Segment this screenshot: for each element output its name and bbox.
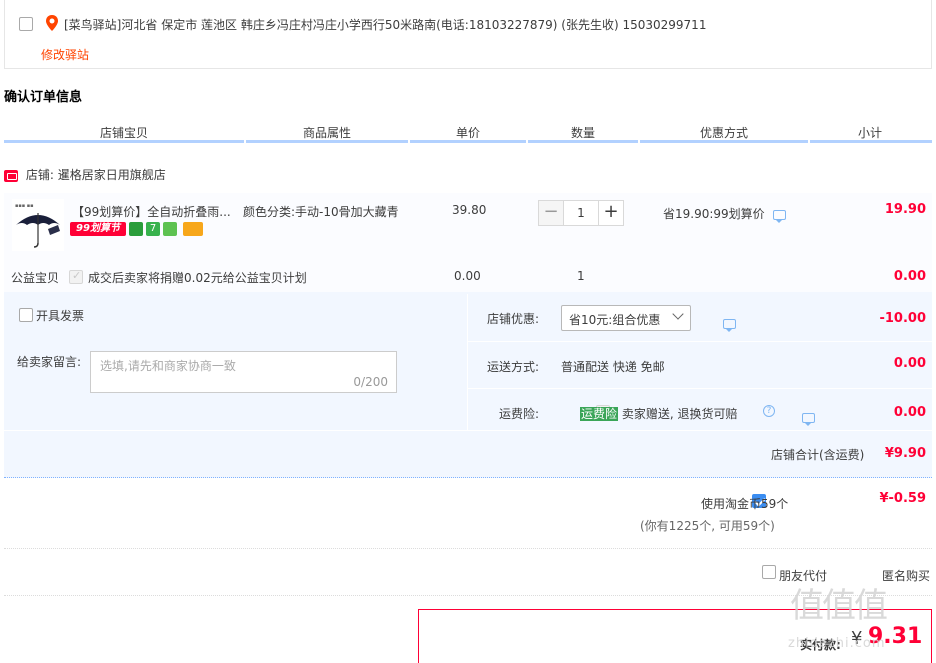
item-discount: 省19.90:99划算价 [663,205,786,223]
badge-99-icon: 99划算节 [70,222,126,236]
friend-pay-checkbox[interactable] [762,565,776,579]
memo-textarea[interactable]: 选填,请先和商家协商一致 0/200 [90,351,397,393]
tmall-icon [4,169,18,182]
shipping-amount: 0.00 [893,356,926,371]
col-line [528,140,638,143]
insurance-label: 运费险: [499,407,540,421]
item-badges: 99划算节 7 [70,222,203,236]
shop-discount-select[interactable]: 省10元:组合优惠 [561,305,691,331]
divider [467,294,468,430]
badge-guarantee-icon [129,222,143,236]
col-line [640,140,808,143]
charity-checkbox [69,269,83,284]
charity-text: 成交后卖家将捐赠0.02元给公益宝贝计划 [88,271,307,285]
chat-icon[interactable] [722,318,736,332]
charity-subtotal: 0.00 [893,269,926,284]
col-header-attr: 商品属性 [302,126,351,140]
coins-amount: ¥-0.59 [879,491,926,506]
chat-icon[interactable] [772,209,786,223]
divider [4,548,932,549]
chat-icon[interactable] [802,412,816,426]
qty-stepper: − 1 + [538,200,624,226]
qty-input[interactable]: 1 [564,200,598,226]
shop-total-label: 店铺合计(含运费) [771,448,865,462]
badge-7day-icon: 7 [146,222,160,236]
charity-qty: 1 [577,269,585,283]
col-header-item: 店铺宝贝 [99,126,148,140]
svg-text:▪▪▪ ▪▪: ▪▪▪ ▪▪ [15,203,34,209]
shipping-value: 普通配送 快递 免邮 [561,360,665,374]
item-price: 39.80 [452,203,487,217]
col-line [410,140,526,143]
address-text: 河北省 保定市 莲池区 韩庄乡冯庄村冯庄小学西行50米路南(电话:1810322… [121,18,707,32]
col-header-discount: 优惠方式 [699,126,748,140]
watermark-logo: 值值值 [790,586,888,626]
insurance-text: 卖家赠送, 退换货可赔 [621,407,738,421]
help-icon[interactable]: ? [763,405,775,417]
badge-card-icon [183,222,203,236]
shipping-label: 运送方式: [487,360,540,374]
item-discount-text: 省19.90:99划算价 [663,207,765,221]
invoice-label: 开具发票 [36,309,85,323]
anonymous-label: 匿名购买 [882,569,931,583]
item-title[interactable]: 【99划算价】全自动折叠雨... [72,203,231,220]
divider [4,430,932,431]
qty-plus-button[interactable]: + [598,200,624,226]
invoice-checkbox[interactable] [19,308,33,322]
section-title: 确认订单信息 [4,90,83,105]
coins-hint: (你有1225个, 可用59个) [640,519,775,533]
shop-total-value: ¥9.90 [884,446,926,461]
insurance-amount: 0.00 [893,405,926,420]
divider [468,341,932,342]
address-checkbox[interactable] [19,17,33,31]
qty-minus-button[interactable]: − [538,200,564,226]
insurance-row: 运费险 卖家赠送, 退换货可赔 [580,405,737,422]
watermark-site: zhidezhi.com [788,636,886,651]
badge-shield-icon [163,222,177,236]
address-box [4,0,932,69]
col-header-subtotal: 小计 [857,126,882,140]
address-line: [菜鸟驿站]河北省 保定市 莲池区 韩庄乡冯庄村冯庄小学西行50米路南(电话:1… [64,16,706,33]
charity-price: 0.00 [454,269,481,283]
coins-label: 使用淘金币59个 [701,497,789,511]
memo-placeholder: 选填,请先和商家协商一致 [100,359,236,373]
shop-discount-label: 店铺优惠: [487,312,540,326]
chevron-down-icon [672,308,684,320]
col-line [810,140,932,143]
charity-label: 公益宝贝 [11,271,60,285]
item-attr: 颜色分类:手动-10骨加大藏青 [243,205,399,219]
insurance-tag: 运费险 [580,407,619,421]
col-line [4,140,244,143]
shop-discount-amount: -10.00 [879,311,926,326]
memo-label: 给卖家留言: [17,355,82,369]
product-image[interactable]: ▪▪▪ ▪▪ [12,199,64,251]
location-pin-icon [45,15,59,31]
divider [468,388,932,389]
shop-name[interactable]: 暹格居家日用旗舰店 [58,168,166,182]
col-header-price: 单价 [455,126,480,140]
item-subtotal: 19.90 [884,202,926,217]
address-tag: [菜鸟驿站] [64,18,122,32]
memo-counter: 0/200 [353,375,388,389]
shop-label: 店铺: [25,168,54,182]
edit-station-link[interactable]: 修改驿站 [41,46,89,63]
col-header-qty: 数量 [570,126,595,140]
shop-row: 店铺: 暹格居家日用旗舰店 [4,166,166,183]
col-line [246,140,408,143]
shop-discount-value: 省10元:组合优惠 [569,313,661,327]
